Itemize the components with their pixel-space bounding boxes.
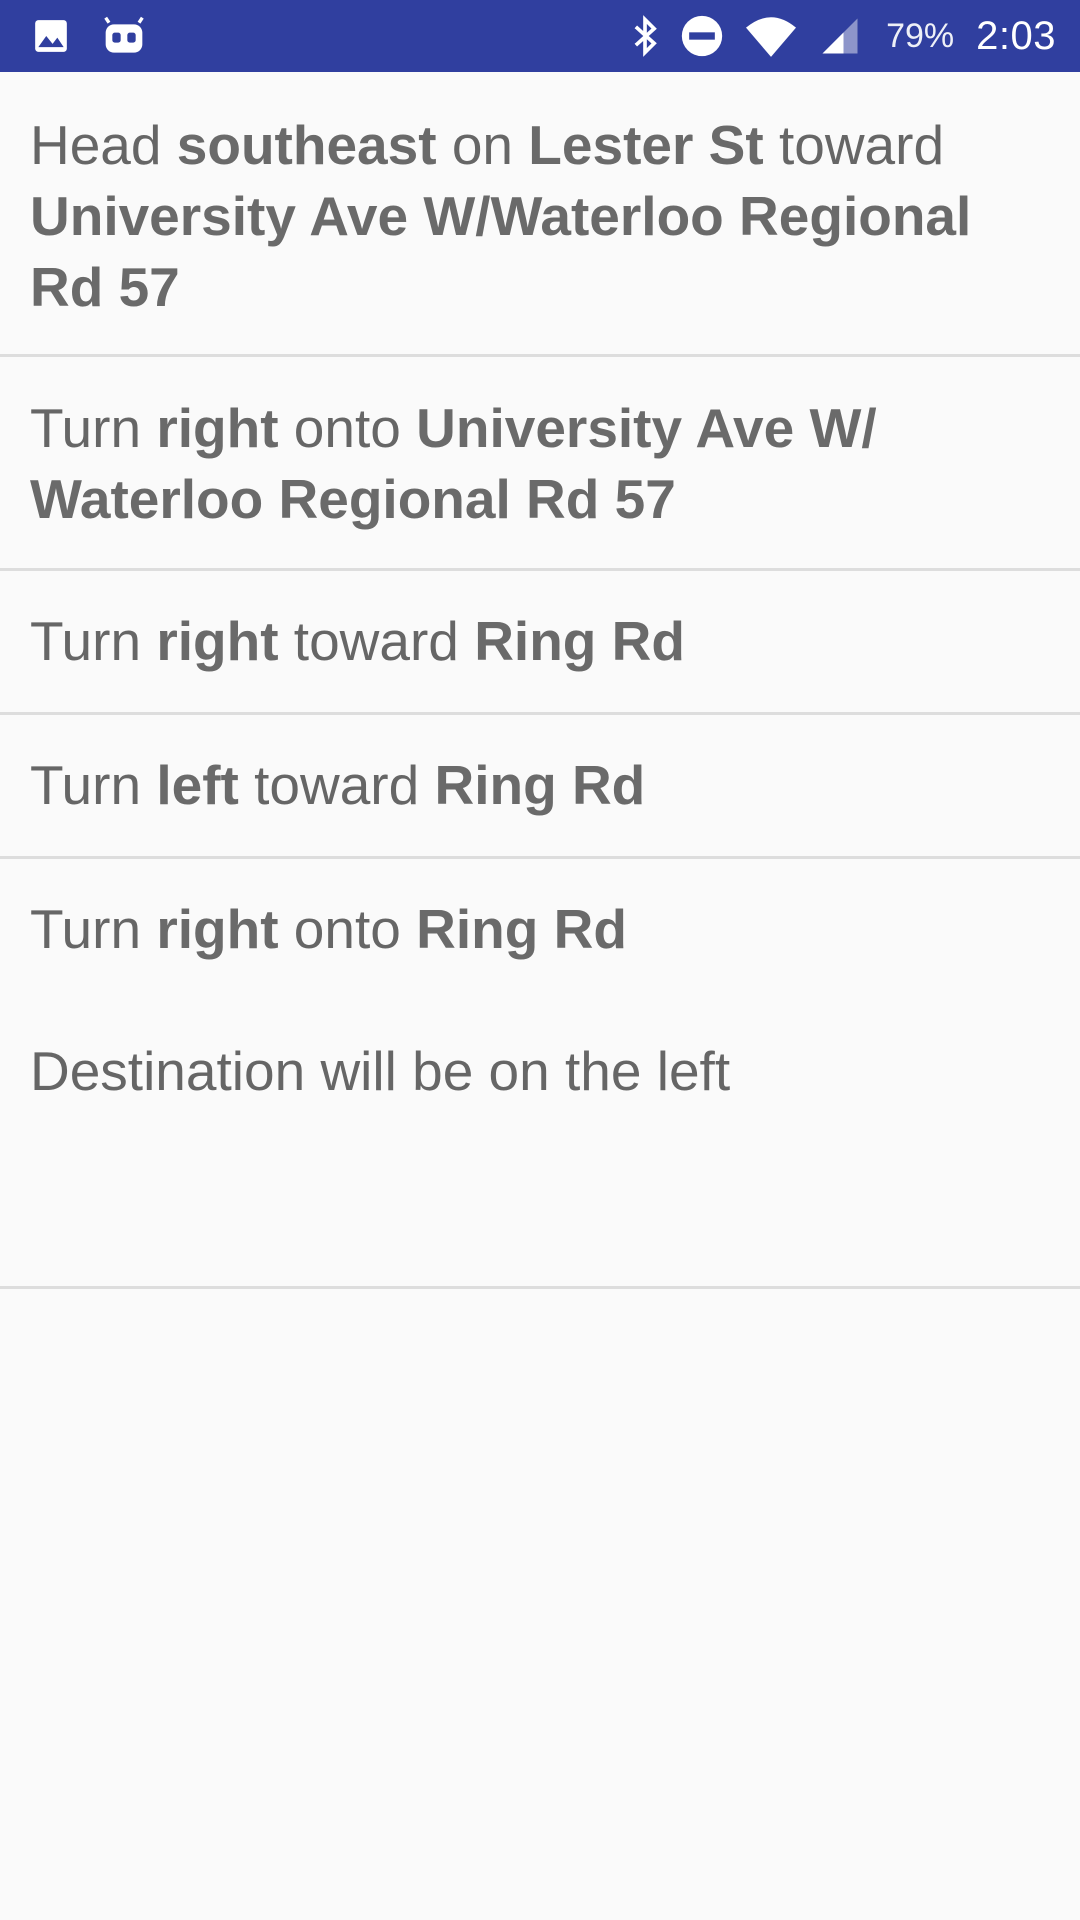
step-text: Turn: [30, 397, 157, 459]
cell-signal-icon: [818, 15, 862, 57]
direction-step[interactable]: Head southeast on Lester St toward Unive…: [0, 72, 1080, 357]
status-bar: 79% 2:03: [0, 0, 1080, 72]
step-text: toward: [763, 114, 945, 176]
direction-step[interactable]: Turn right onto University Ave W/ Waterl…: [0, 357, 1080, 571]
step-text: on: [436, 114, 529, 176]
step-text: toward: [238, 754, 435, 816]
step-maneuver: right: [156, 898, 279, 960]
robot-icon: [102, 16, 146, 56]
destination-note: Destination will be on the left: [30, 1040, 731, 1102]
step-text: Turn: [30, 610, 157, 672]
step-maneuver: right: [156, 610, 279, 672]
status-bar-left: [32, 0, 146, 72]
step-street: Ring Rd: [434, 754, 646, 816]
bluetooth-icon: [632, 14, 658, 58]
step-text: Head: [30, 114, 177, 176]
step-maneuver: right: [156, 397, 279, 459]
step-street: Ring Rd: [474, 610, 685, 672]
do-not-disturb-icon: [680, 14, 724, 58]
directions-list: Head southeast on Lester St toward Unive…: [0, 72, 1080, 1289]
step-maneuver: left: [156, 754, 239, 816]
direction-step[interactable]: Turn right onto Ring Rd Destination will…: [0, 859, 1080, 1289]
direction-step[interactable]: Turn left toward Ring Rd: [0, 715, 1080, 859]
step-maneuver: southeast: [176, 114, 437, 176]
direction-step[interactable]: Turn right toward Ring Rd: [0, 571, 1080, 715]
step-text: onto: [278, 397, 417, 459]
step-street: Ring Rd: [416, 898, 627, 960]
step-street: Lester St: [528, 114, 764, 176]
clock: 2:03: [976, 13, 1056, 58]
step-street: University Ave W/Waterloo Regional Rd 57: [30, 185, 972, 318]
wifi-icon: [746, 15, 797, 57]
image-icon: [32, 17, 70, 55]
step-text: onto: [278, 898, 417, 960]
status-bar-right: 79% 2:03: [632, 0, 1056, 72]
battery-percentage: 79%: [886, 16, 955, 55]
step-text: Turn: [30, 754, 157, 816]
step-text: toward: [278, 610, 475, 672]
step-text: Turn: [30, 898, 157, 960]
